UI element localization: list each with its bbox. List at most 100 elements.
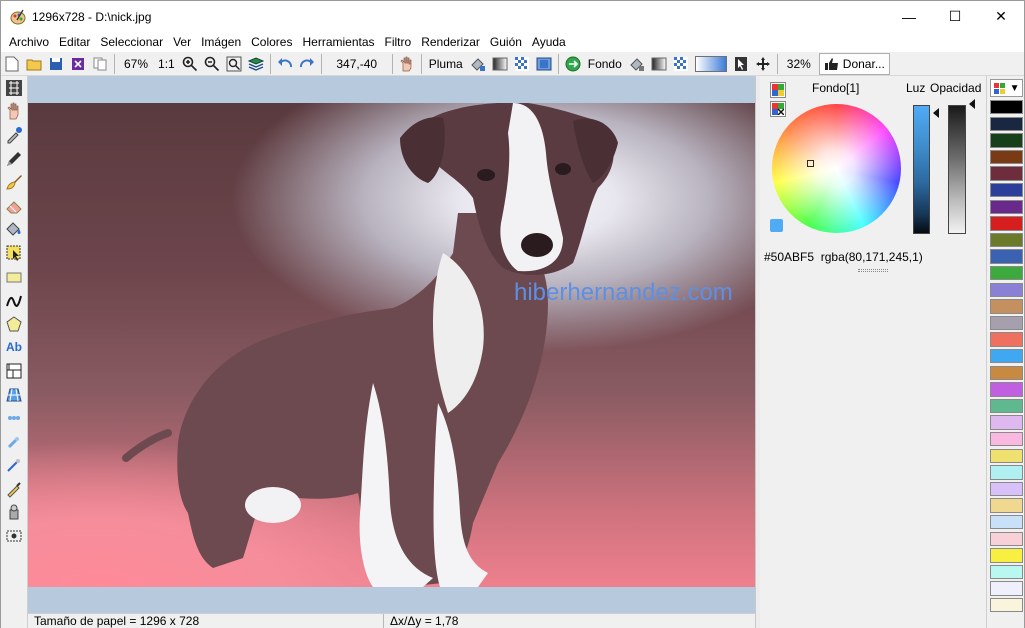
text-tool-icon[interactable]: Ab	[2, 336, 26, 360]
pen-texture-icon[interactable]	[533, 53, 555, 75]
palette-swatch[interactable]	[990, 598, 1023, 613]
zoom-out-icon[interactable]	[201, 53, 223, 75]
palette-swatch[interactable]	[990, 232, 1023, 248]
background-gradient-icon[interactable]	[648, 53, 670, 75]
palette-swatch[interactable]	[990, 100, 1023, 115]
color-replace-tool-icon[interactable]	[2, 477, 26, 501]
clone-tool-icon[interactable]	[2, 501, 26, 525]
canvas-area[interactable]: hiberhernandez.com	[28, 76, 755, 613]
maximize-button[interactable]: ☐	[932, 1, 978, 32]
palette-swatch[interactable]	[990, 548, 1023, 563]
light-slider[interactable]	[913, 105, 930, 234]
menu-renderizar[interactable]: Renderizar	[416, 32, 485, 52]
palette-swatch[interactable]	[990, 216, 1023, 231]
menu-guion[interactable]: Guión	[485, 32, 527, 52]
palette-swatch[interactable]	[990, 133, 1023, 148]
redo-icon[interactable]	[296, 53, 318, 75]
pen-pattern-icon[interactable]	[511, 53, 533, 75]
palette-swatch[interactable]	[990, 349, 1023, 364]
navigator-tool-icon[interactable]	[2, 76, 26, 100]
pen-gradient-icon[interactable]	[489, 53, 511, 75]
opacity-slider-handle[interactable]	[969, 99, 975, 109]
palette-swatch[interactable]	[990, 398, 1023, 414]
red-eye-tool-icon[interactable]	[2, 524, 26, 548]
minimize-button[interactable]: —	[886, 1, 932, 32]
pen-fill-icon[interactable]	[467, 53, 489, 75]
menu-ver[interactable]: Ver	[168, 32, 196, 52]
palette-swatch[interactable]	[990, 282, 1023, 297]
eraser-tool-icon[interactable]	[2, 194, 26, 218]
zoom-in-icon[interactable]	[179, 53, 201, 75]
palette-swatch[interactable]	[990, 116, 1023, 131]
undo-icon[interactable]	[274, 53, 296, 75]
blur-tool-icon[interactable]	[2, 406, 26, 430]
save-close-icon[interactable]	[67, 53, 89, 75]
gradient-selector[interactable]	[694, 55, 727, 72]
new-file-icon[interactable]	[1, 53, 23, 75]
palette-swatch[interactable]	[990, 415, 1023, 430]
palette-swatch[interactable]	[990, 315, 1023, 331]
menu-colores[interactable]: Colores	[246, 32, 297, 52]
hand-tool-icon[interactable]	[2, 100, 26, 124]
pencil-tool-icon[interactable]	[2, 147, 26, 171]
menu-archivo[interactable]: Archivo	[4, 32, 54, 52]
canvas-image[interactable]: hiberhernandez.com	[28, 103, 755, 587]
palette-swatch[interactable]	[990, 332, 1023, 347]
selection-arrow-icon[interactable]	[730, 53, 752, 75]
palette-swatch[interactable]	[990, 531, 1023, 546]
swap-colors-icon[interactable]	[562, 53, 584, 75]
fill-tool-icon[interactable]	[2, 218, 26, 242]
select-tool-icon[interactable]	[2, 241, 26, 265]
menu-herramientas[interactable]: Herramientas	[297, 32, 379, 52]
zoom-fit-icon[interactable]	[223, 53, 245, 75]
palette-grid-icon[interactable]	[770, 82, 786, 98]
donate-button[interactable]: Donar...	[818, 52, 890, 75]
color-wheel[interactable]	[772, 104, 901, 233]
crop-tool-icon[interactable]	[2, 359, 26, 383]
menu-editar[interactable]: Editar	[54, 32, 95, 52]
background-fill-icon[interactable]	[626, 53, 648, 75]
sharpen-tool-icon[interactable]	[2, 430, 26, 454]
menu-filtro[interactable]: Filtro	[380, 32, 417, 52]
palette-swatch[interactable]	[990, 199, 1023, 214]
palette-remove-icon[interactable]	[770, 101, 786, 117]
opacity-slider[interactable]	[948, 105, 966, 234]
copy-icon[interactable]	[89, 53, 111, 75]
open-folder-icon[interactable]	[23, 53, 45, 75]
zoom-one-to-one[interactable]: 1:1	[154, 57, 179, 71]
palette-swatch[interactable]	[990, 448, 1023, 463]
palette-swatch[interactable]	[990, 149, 1023, 165]
palette-swatch[interactable]	[990, 183, 1023, 198]
palette-swatch[interactable]	[990, 365, 1023, 380]
palette-swatch[interactable]	[990, 382, 1023, 397]
menu-imagen[interactable]: Imágen	[196, 32, 246, 52]
save-icon[interactable]	[45, 53, 67, 75]
menu-ayuda[interactable]: Ayuda	[527, 32, 571, 52]
polygon-tool-icon[interactable]	[2, 312, 26, 336]
palette-swatch[interactable]	[990, 481, 1023, 497]
zoom-level[interactable]: 67%	[118, 57, 154, 71]
palette-swatch[interactable]	[990, 581, 1023, 596]
close-button[interactable]: ✕	[978, 1, 1024, 32]
palette-swatch[interactable]	[990, 564, 1023, 580]
rectangle-tool-icon[interactable]	[2, 265, 26, 289]
curve-tool-icon[interactable]	[2, 288, 26, 312]
palette-swatch[interactable]	[990, 515, 1023, 530]
panel-resize-grip[interactable]	[858, 269, 888, 272]
perspective-tool-icon[interactable]	[2, 383, 26, 407]
menu-seleccionar[interactable]: Seleccionar	[95, 32, 168, 52]
palette-swatch[interactable]	[990, 498, 1023, 513]
palette-swatch[interactable]	[990, 432, 1023, 447]
palette-swatch[interactable]	[990, 249, 1023, 264]
palette-swatch[interactable]	[990, 299, 1023, 314]
color-wheel-marker[interactable]	[807, 160, 814, 167]
opacity-percent[interactable]: 32%	[781, 57, 817, 71]
layers-icon[interactable]	[245, 53, 267, 75]
brush-tool-icon[interactable]	[2, 170, 26, 194]
light-slider-handle[interactable]	[933, 108, 939, 118]
eyedropper-tool-icon[interactable]	[2, 123, 26, 147]
hand-icon[interactable]	[396, 53, 418, 75]
move-icon[interactable]	[752, 53, 774, 75]
current-color-swatch[interactable]	[770, 219, 783, 232]
palette-swatch[interactable]	[990, 465, 1023, 480]
